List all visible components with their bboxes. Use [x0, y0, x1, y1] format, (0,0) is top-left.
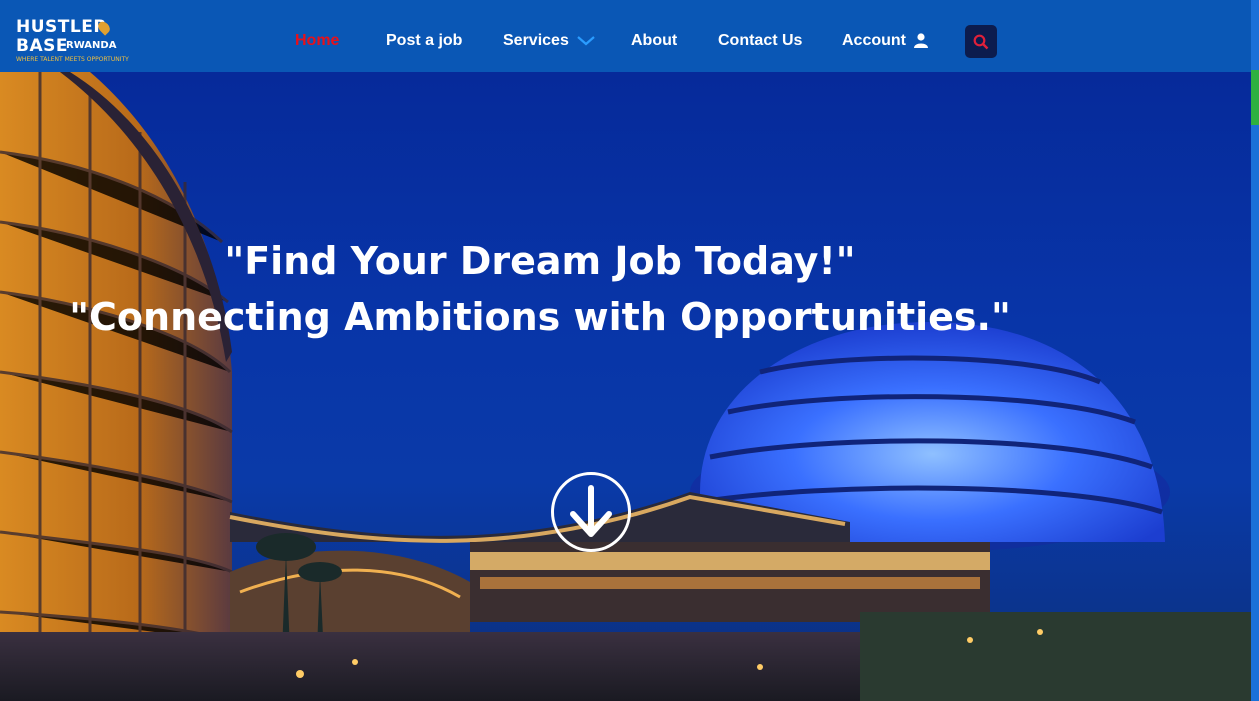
nav-post-job[interactable]: Post a job: [386, 31, 462, 51]
logo-line3: RWANDA: [66, 40, 117, 51]
site-logo[interactable]: HUSTLER BASE RWANDA WHERE TALENT MEETS O…: [14, 17, 129, 68]
hero-headline-2: "Connecting Ambitions with Opportunities…: [69, 295, 1011, 339]
top-navbar: HUSTLER BASE RWANDA WHERE TALENT MEETS O…: [0, 0, 1251, 72]
search-button[interactable]: [965, 25, 997, 58]
logo-line1: HUSTLER: [16, 17, 107, 37]
logo-line2: BASE: [16, 36, 68, 56]
chevron-down-icon: [577, 35, 596, 46]
nav-contact[interactable]: Contact Us: [718, 31, 802, 51]
hero-background-image: [0, 72, 1251, 701]
edge-accent: [1251, 70, 1259, 125]
hero-section: "Find Your Dream Job Today!" "Connecting…: [0, 72, 1251, 701]
hero-headline-1: "Find Your Dream Job Today!": [224, 239, 856, 283]
nav-services-label: Services: [503, 32, 569, 49]
nav-services[interactable]: Services: [503, 31, 596, 51]
arrow-down-icon: [570, 485, 612, 537]
user-icon: [914, 33, 929, 49]
scroll-down-button[interactable]: [551, 472, 631, 552]
search-icon: [973, 34, 989, 49]
logo-tagline: WHERE TALENT MEETS OPPORTUNITY: [16, 56, 129, 63]
nav-account[interactable]: Account: [842, 31, 929, 51]
nav-home[interactable]: Home: [295, 31, 339, 51]
nav-account-label: Account: [842, 32, 906, 49]
nav-about[interactable]: About: [631, 31, 677, 51]
page-edge-strip: [1251, 0, 1259, 701]
